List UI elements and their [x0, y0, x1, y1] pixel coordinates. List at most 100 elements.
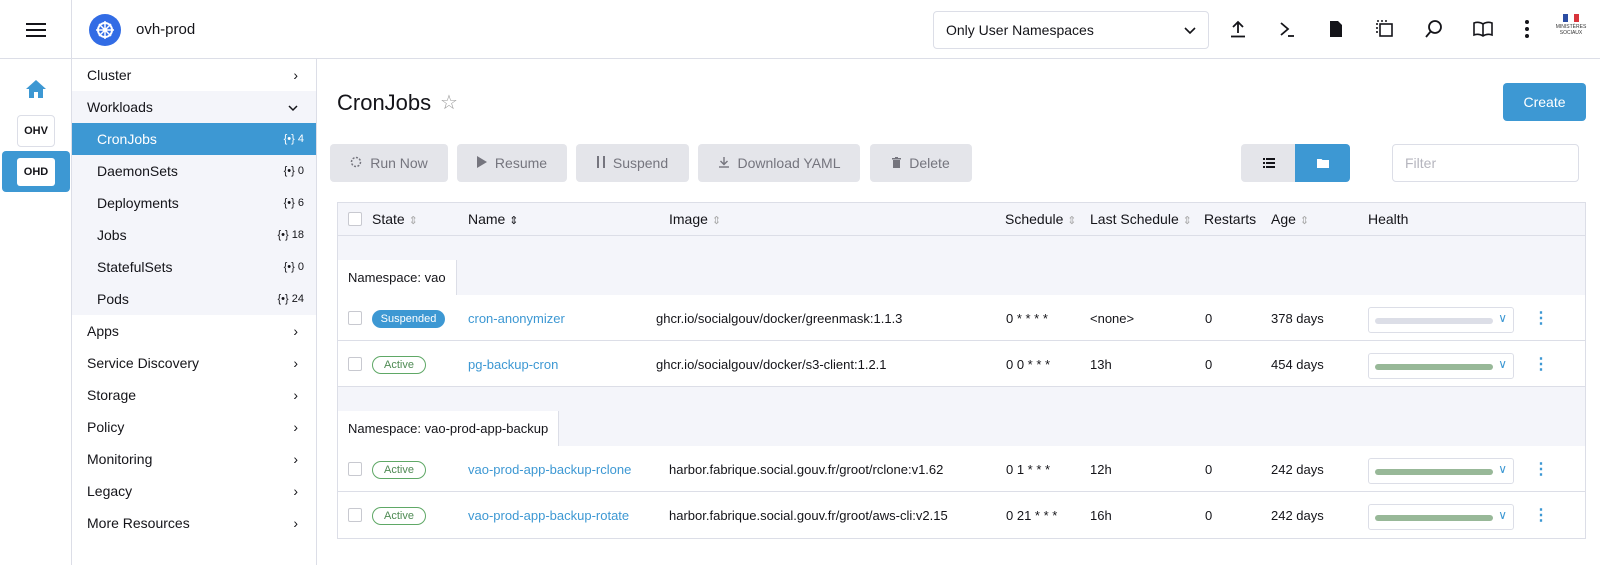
folder-icon [1316, 156, 1329, 171]
row-checkbox[interactable] [348, 311, 362, 325]
create-button[interactable]: Create [1503, 83, 1586, 121]
page-title: CronJobs [337, 90, 432, 115]
nav-group-legacy[interactable]: Legacy › [72, 475, 316, 507]
nav-group-cluster[interactable]: Cluster › [72, 59, 316, 91]
age-cell: 242 days [1271, 508, 1324, 523]
nav-item-deployments[interactable]: Deployments {•} 6 [72, 187, 316, 219]
chevron-down-icon [288, 99, 298, 115]
cronjob-name-link[interactable]: pg-backup-cron [468, 357, 558, 372]
nav-item-jobs[interactable]: Jobs {•} 18 [72, 219, 316, 251]
table-row: Active pg-backup-cron ghcr.io/socialgouv… [338, 341, 1585, 387]
nav-item-cronjobs[interactable]: CronJobs {•} 4 [72, 123, 316, 155]
nav-label: Legacy [87, 483, 133, 499]
nav-group-monitoring[interactable]: Monitoring › [72, 443, 316, 475]
cronjob-name-link[interactable]: vao-prod-app-backup-rotate [468, 508, 629, 523]
sort-icon: ⇕ [1067, 215, 1077, 227]
row-actions-kebab-icon[interactable]: ⋮ [1533, 354, 1549, 374]
menu-icon[interactable] [0, 0, 72, 59]
nav-group-more-resources[interactable]: More Resources › [72, 507, 316, 539]
nav-group-policy[interactable]: Policy › [72, 411, 316, 443]
image-cell: harbor.fabrique.social.gouv.fr/groot/rcl… [669, 462, 944, 477]
cluster-name: ovh-prod [136, 21, 196, 38]
kebab-icon[interactable] [1515, 17, 1539, 41]
nav-item-pods[interactable]: Pods {•} 24 [72, 283, 316, 315]
namespace-group-header: Namespace: vao [338, 260, 1585, 295]
row-actions-kebab-icon[interactable]: ⋮ [1533, 459, 1549, 479]
column-header-name[interactable]: Name ⇕ [468, 211, 518, 227]
nav-count: {•} 18 [277, 229, 304, 241]
health-dropdown[interactable]: ∨ [1368, 353, 1514, 379]
resume-button[interactable]: Resume [457, 144, 567, 182]
home-icon[interactable] [24, 78, 48, 102]
row-checkbox[interactable] [348, 357, 362, 371]
nav-item-daemonsets[interactable]: DaemonSets {•} 0 [72, 155, 316, 187]
run-now-button[interactable]: Run Now [330, 144, 448, 182]
health-dropdown[interactable]: ∨ [1368, 504, 1514, 530]
sort-icon: ⇕ [711, 215, 722, 227]
cluster-button-ohd[interactable]: OHD [2, 151, 70, 192]
cronjob-name-link[interactable]: cron-anonymizer [468, 311, 565, 326]
list-icon [1262, 156, 1275, 171]
pause-icon [596, 155, 605, 171]
row-checkbox[interactable] [348, 462, 362, 476]
nav-group-workloads[interactable]: Workloads [72, 91, 316, 123]
column-header-schedule[interactable]: Schedule ⇕ [1005, 211, 1077, 227]
nav-group-service-discovery[interactable]: Service Discovery › [72, 347, 316, 379]
column-header-state[interactable]: State ⇕ [372, 211, 418, 227]
nav-label: StatefulSets [97, 259, 173, 275]
namespaced-icon: {•} [283, 261, 295, 273]
file-icon[interactable] [1324, 17, 1348, 41]
cronjob-name-link[interactable]: vao-prod-app-backup-rclone [468, 462, 631, 477]
sort-icon: ⇕ [1182, 215, 1192, 227]
restarts-cell: 0 [1205, 462, 1213, 477]
column-header-age[interactable]: Age ⇕ [1271, 211, 1309, 227]
nav-label: Storage [87, 387, 137, 403]
column-header-last-schedule[interactable]: Last Schedule ⇕ [1090, 211, 1192, 227]
download-yaml-button[interactable]: Download YAML [698, 144, 860, 182]
namespaced-icon: {•} [277, 229, 289, 241]
health-dropdown[interactable]: ∨ [1368, 458, 1514, 484]
row-checkbox[interactable] [348, 508, 362, 522]
nav-group-storage[interactable]: Storage › [72, 379, 316, 411]
chevron-right-icon: › [293, 323, 298, 339]
nav-label: Policy [87, 419, 125, 435]
namespace-name: vao [424, 270, 446, 285]
delete-button[interactable]: Delete [870, 144, 972, 182]
favorite-star-icon[interactable]: ☆ [440, 90, 458, 115]
column-header-restarts[interactable]: Restarts [1204, 211, 1256, 227]
row-actions-kebab-icon[interactable]: ⋮ [1533, 505, 1549, 525]
kubernetes-logo-icon [89, 14, 121, 46]
group-by-namespace-button[interactable] [1295, 144, 1350, 182]
cluster-button-label: OHV [24, 125, 48, 137]
upload-icon[interactable] [1226, 17, 1250, 41]
namespace-filter-value: Only User Namespaces [946, 22, 1094, 38]
nav-item-statefulsets[interactable]: StatefulSets {•} 0 [72, 251, 316, 283]
nav-group-apps[interactable]: Apps › [72, 315, 316, 347]
image-cell: harbor.fabrique.social.gouv.fr/groot/aws… [669, 508, 948, 523]
nav-count: {•} 6 [283, 197, 304, 209]
suspend-button[interactable]: Suspend [576, 144, 689, 182]
health-dropdown[interactable]: ∨ [1368, 307, 1514, 333]
download-yaml-label: Download YAML [737, 155, 841, 171]
cluster-button-ohv[interactable]: OHV [17, 115, 55, 147]
row-actions-kebab-icon[interactable]: ⋮ [1533, 308, 1549, 328]
select-all-checkbox[interactable] [348, 212, 362, 226]
namespace-filter-select[interactable]: Only User Namespaces [933, 11, 1209, 49]
chevron-right-icon: › [293, 67, 298, 83]
status-badge: Suspended [372, 310, 445, 328]
download-icon [718, 155, 730, 171]
namespaced-icon: {•} [283, 133, 295, 145]
filter-placeholder: Filter [1405, 155, 1437, 171]
side-nav: Cluster › Workloads CronJobs {•} 4 DaemonS… [72, 59, 317, 565]
terminal-icon[interactable] [1275, 17, 1299, 41]
namespace-group-header: Namespace: vao-prod-app-backup [338, 411, 1585, 446]
filter-input[interactable]: Filter [1392, 144, 1579, 182]
column-header-image[interactable]: Image ⇕ [669, 211, 721, 227]
sort-icon: ⇕ [1299, 215, 1310, 227]
list-view-button[interactable] [1241, 144, 1296, 182]
ministry-logo[interactable]: MINISTÈRES SOCIAUX [1555, 14, 1587, 46]
search-icon[interactable] [1422, 17, 1446, 41]
book-icon[interactable] [1471, 17, 1495, 41]
copy-icon[interactable] [1373, 17, 1397, 41]
last-schedule-cell: 16h [1090, 508, 1112, 523]
